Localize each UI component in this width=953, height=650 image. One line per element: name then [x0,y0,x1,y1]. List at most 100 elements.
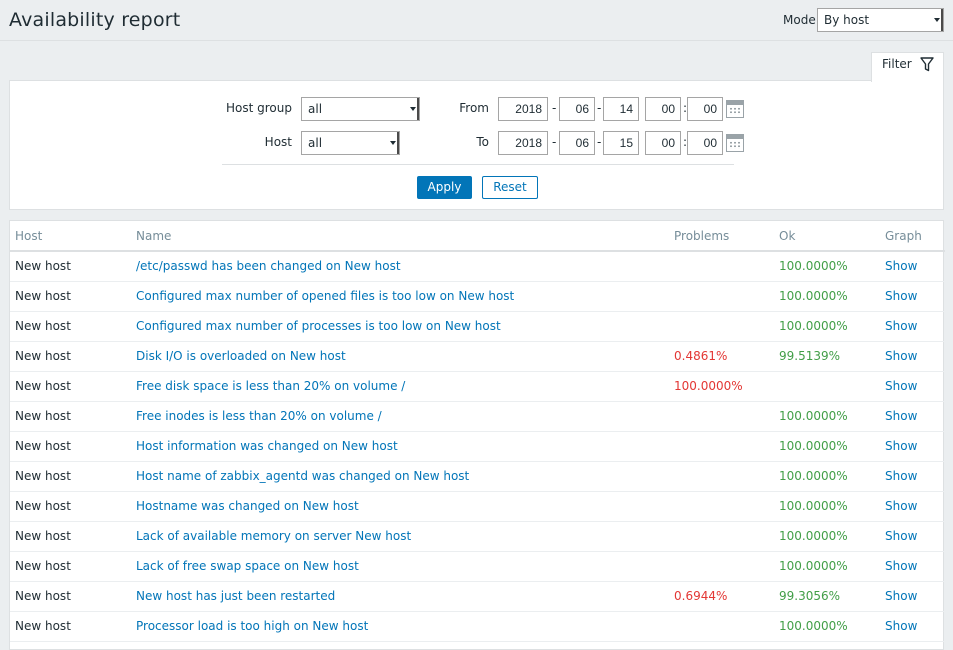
column-header-problems: Problems [669,221,774,252]
cell-ok: 100.0000% [774,611,880,642]
calendar-icon[interactable] [726,100,744,118]
filter-tab[interactable]: Filter [871,52,944,82]
cell-trigger-name-link[interactable]: Disk I/O is overloaded on New host [131,341,669,372]
table-row: New host/etc/passwd has been changed on … [10,251,945,282]
to-hour-input[interactable] [645,131,681,155]
cell-problems [669,431,774,462]
table-row: New host Free disk space is less than 20%… [10,371,945,402]
column-header-graph: Graph [880,221,945,252]
to-year-input[interactable] [498,131,548,155]
from-day-input[interactable] [603,97,639,121]
table-row: New host Free inodes is less than 20% on … [10,401,945,432]
cell-trigger-name-link[interactable]: Hostname was changed on New host [131,491,669,522]
table-row: New host Lack of available memory on serv… [10,521,945,552]
cell-ok: 100.0000% [774,551,880,582]
cell-host: New host [10,431,131,462]
cell-ok: 99.5139% [774,341,880,372]
cell-trigger-name-link[interactable]: Lack of free swap space on New host [131,551,669,582]
from-hour-input[interactable] [645,97,681,121]
cell-ok: 100.0000% [774,431,880,462]
availability-table: Host Name Problems Ok Graph New host/etc… [9,220,945,650]
filter-tab-label: Filter [882,57,912,71]
chevron-down-icon [934,18,940,22]
host-select[interactable]: all [301,131,400,155]
cell-trigger-name-link[interactable]: Free disk space is less than 20% on volu… [131,371,669,402]
cell-host: New host [10,581,131,612]
cell-host: New host [10,491,131,522]
table-row: New host Disk I/O is overloaded on New ho… [10,341,945,372]
from-year-input[interactable] [498,97,548,121]
cell-trigger-name-link[interactable]: /etc/passwd has been changed on New host [131,251,669,282]
cell-problems [669,461,774,492]
cell-graph-link[interactable]: Show [880,551,945,582]
column-header-host[interactable]: Host [10,221,131,252]
cell-trigger-name-link[interactable]: New host has just been restarted [131,581,669,612]
cell-ok: 100.0000% [774,251,880,282]
cell-host: New host [10,371,131,402]
cell-graph-link[interactable]: Show [880,371,945,402]
cell-problems: 100.0000% [669,371,774,402]
cell-trigger-name-link[interactable]: Lack of available memory on server New h… [131,521,669,552]
column-header-name[interactable]: Name [131,221,669,252]
cell-graph-link[interactable]: Show [880,401,945,432]
cell-trigger-name-link[interactable]: Processor load is too high on New host [131,611,669,642]
cell-ok: 100.0000% [774,281,880,312]
date-separator: - [552,101,557,115]
to-month-input[interactable] [559,131,595,155]
from-label: From [459,101,489,115]
chevron-down-icon [390,141,396,145]
cell-ok: 100.0000% [774,521,880,552]
from-minute-input[interactable] [687,97,723,121]
reset-button[interactable]: Reset [482,176,538,199]
table-row: New host Hostname was changed on New host… [10,491,945,522]
page-header: Availability report Mode By host [0,0,953,41]
table-header-row: Host Name Problems Ok Graph [10,221,945,252]
cell-graph-link[interactable]: Show [880,431,945,462]
page-title: Availability report [9,9,181,31]
cell-problems [669,401,774,432]
cell-graph-link[interactable]: Show [880,281,945,312]
cell-trigger-name-link[interactable]: Configured max number of processes is to… [131,311,669,342]
cell-trigger-name-link[interactable]: Host name of zabbix_agentd was changed o… [131,461,669,492]
cell-host: New host [10,341,131,372]
cell-graph-link[interactable]: Show [880,311,945,342]
cell-ok [774,371,880,402]
filter-divider [222,164,734,165]
cell-graph-link[interactable]: Show [880,251,945,282]
cell-problems: 0.6944% [669,581,774,612]
calendar-icon[interactable] [726,134,744,152]
cell-ok: 99.3056% [774,581,880,612]
host-group-select[interactable]: all [301,97,420,121]
from-month-input[interactable] [559,97,595,121]
host-label: Host [264,135,292,149]
cell-host: New host [10,611,131,642]
mode-select-value: By host [824,13,870,27]
cell-graph-link[interactable]: Show [880,611,945,642]
apply-button[interactable]: Apply [417,176,472,199]
date-separator: - [597,135,602,149]
table-row: New host Lack of free swap space on New h… [10,551,945,582]
cell-trigger-name-link[interactable]: Configured max number of opened files is… [131,281,669,312]
cell-graph-link[interactable]: Show [880,341,945,372]
column-header-ok: Ok [774,221,880,252]
cell-graph-link[interactable]: Show [880,581,945,612]
table-row: New host Host information was changed on … [10,431,945,462]
to-minute-input[interactable] [687,131,723,155]
cell-ok: 100.0000% [774,401,880,432]
cell-graph-link[interactable]: Show [880,491,945,522]
to-day-input[interactable] [603,131,639,155]
cell-graph-link[interactable]: Show [880,461,945,492]
table-row: New host Configured max number of opened … [10,281,945,312]
cell-trigger-name-link[interactable]: Host information was changed on New host [131,431,669,462]
cell-problems [669,491,774,522]
cell-graph-link[interactable]: Show [880,521,945,552]
cell-host: New host [10,461,131,492]
cell-problems [669,521,774,552]
funnel-icon [920,57,934,72]
host-value: all [308,136,323,150]
mode-select[interactable]: By host [817,8,944,32]
cell-host: New host [10,311,131,342]
cell-trigger-name-link[interactable]: Free inodes is less than 20% on volume / [131,401,669,432]
cell-host: New host [10,401,131,432]
table-row: New host Processor load is too high on Ne… [10,611,945,642]
